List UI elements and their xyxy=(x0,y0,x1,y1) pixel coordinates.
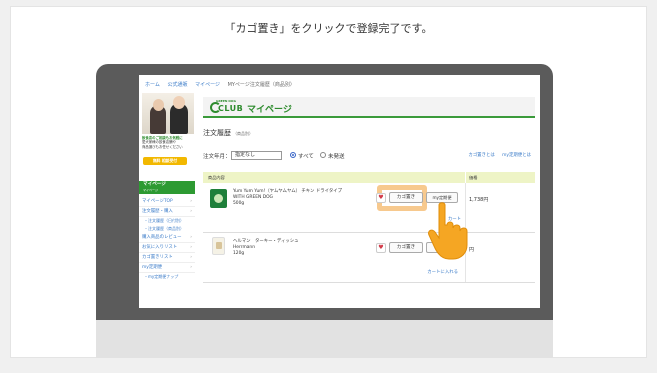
link-what-is-regular[interactable]: my定期便とは xyxy=(502,153,531,158)
sidebar-item-favorites[interactable]: お気に入りリスト xyxy=(139,243,195,253)
product-name-line3: 500g xyxy=(233,201,245,206)
link-what-is-cart[interactable]: カゴ置きとは xyxy=(468,153,494,158)
consult-promo: 飲食店のご相談もお気軽に 愛犬家様の飲食店舗や 商品選びもお任せください xyxy=(142,136,194,149)
radio-unsent-label[interactable]: 未発送 xyxy=(328,152,345,160)
logo-main-text: CLUB xyxy=(218,104,244,113)
product-name[interactable]: Yum Yum Yum!（ヤムヤムヤム） チキン ドライタイプ WITH GRE… xyxy=(233,189,342,207)
website-screen: ホーム 公式通販 マイページ MYページ注文履歴（商品別） 飲食店のご相談もお気… xyxy=(139,75,540,308)
breadcrumb-mypage[interactable]: マイページ xyxy=(195,82,220,88)
sidebar-item-order-history[interactable]: 注文履歴・購入 xyxy=(139,207,195,217)
table-row: ヘルマン ターキー・ディッシュ Herrmann 120g ♥ カゴ置き my … xyxy=(203,233,535,283)
green-dog-club-logo[interactable]: GREEN DOG CLUB xyxy=(210,99,244,115)
favorite-heart-icon[interactable]: ♥ xyxy=(376,243,386,253)
add-to-cart-link[interactable]: カートに入れる xyxy=(427,269,458,275)
sidebar-mypage-header[interactable]: マイページ マイページ xyxy=(139,181,195,194)
pointing-hand-icon xyxy=(428,202,468,260)
col-price-header: 価格 xyxy=(469,175,478,180)
cart-keep-button[interactable]: カゴ置き xyxy=(389,192,423,203)
filter-label: 注文年月： xyxy=(203,154,231,160)
product-image[interactable] xyxy=(210,189,227,208)
favorite-heart-icon[interactable]: ♥ xyxy=(376,193,386,203)
table-header: 商品内容 価格 xyxy=(203,172,535,183)
help-links: カゴ置きとは my定期便とは xyxy=(462,152,531,158)
instruction-caption: 「カゴ置き」をクリックで登録完了です。 xyxy=(224,22,433,35)
radio-unsent[interactable] xyxy=(320,152,326,158)
sidebar-mypage-label: マイページ xyxy=(143,182,166,187)
cart-keep-button[interactable]: カゴ置き xyxy=(389,242,423,253)
order-table: 商品内容 価格 Yum Yum Yum!（ヤムヤムヤム） チキン ドライタイプ … xyxy=(203,172,535,283)
radio-all-label[interactable]: すべて xyxy=(298,152,314,160)
sidebar-subitem-regular-nap[interactable]: ・my定期便ナップ xyxy=(139,273,195,281)
breadcrumb: ホーム 公式通販 マイページ MYページ注文履歴（商品別） xyxy=(145,81,301,88)
sidebar-mypage-sub: マイページ xyxy=(143,188,158,192)
page-title: マイページ xyxy=(247,105,292,115)
sidebar-nav: マイページTOP 注文履歴・購入 ・注文履歴（日付別） ・注文履歴（商品別） 購… xyxy=(139,197,195,281)
sidebar-item-cart-list[interactable]: カゴ置きリスト xyxy=(139,253,195,263)
sidebar-subitem-by-product[interactable]: ・注文履歴（商品別） xyxy=(139,225,195,233)
product-image[interactable] xyxy=(212,237,225,255)
consult-button[interactable]: 無料 相談受付 xyxy=(143,157,187,165)
sidebar: 飲食店のご相談もお気軽に 愛犬家様の飲食店舗や 商品選びもお任せください 無料 … xyxy=(139,93,195,308)
table-row: Yum Yum Yum!（ヤムヤムヤム） チキン ドライタイプ WITH GRE… xyxy=(203,183,535,233)
mypage-header: GREEN DOG CLUB マイページ xyxy=(203,97,535,118)
promo-line3: 商品選びもお任せください xyxy=(142,144,183,149)
order-title-sub: （商品別） xyxy=(233,131,253,136)
sidebar-subitem-by-date[interactable]: ・注文履歴（日付別） xyxy=(139,217,195,225)
breadcrumb-home[interactable]: ホーム xyxy=(145,82,160,88)
order-history-title: 注文履歴 （商品別） xyxy=(203,128,253,138)
breadcrumb-current: MYページ注文履歴（商品別） xyxy=(227,82,295,88)
order-filter: 注文年月： 指定なし すべて 未発送 カゴ置きとは my定期便とは xyxy=(203,151,535,161)
col-product-header: 商品内容 xyxy=(208,175,225,180)
radio-all[interactable] xyxy=(290,152,296,158)
sidebar-item-regular[interactable]: my定期便 xyxy=(139,263,195,273)
breadcrumb-shop[interactable]: 公式通販 xyxy=(167,82,187,88)
staff-photo xyxy=(142,93,194,134)
order-month-select[interactable]: 指定なし xyxy=(231,151,282,160)
product-name-line3: 120g xyxy=(233,251,245,256)
order-title-main: 注文履歴 xyxy=(203,129,231,137)
product-name[interactable]: ヘルマン ターキー・ディッシュ Herrmann 120g xyxy=(233,239,299,257)
main-content: GREEN DOG CLUB マイページ 注文履歴 （商品別） 注文年月： 指定な… xyxy=(203,93,535,308)
sidebar-item-reviews[interactable]: 購入商品のレビュー xyxy=(139,233,195,243)
sidebar-item-mypage-top[interactable]: マイページTOP xyxy=(139,197,195,207)
monitor-chin xyxy=(96,320,553,358)
